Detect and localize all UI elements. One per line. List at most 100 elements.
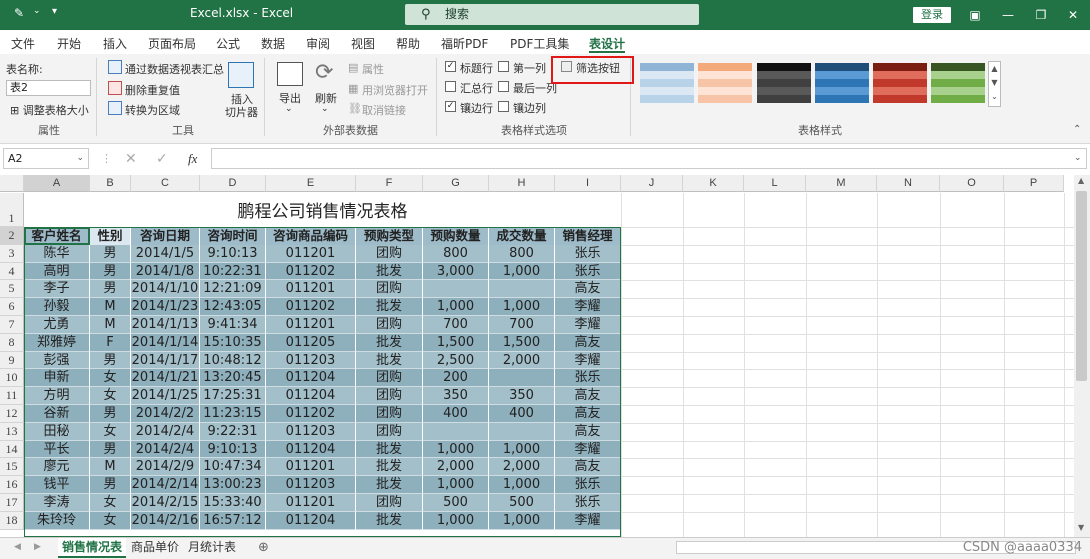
sheet-tab-sales[interactable]: 销售情况表 bbox=[58, 538, 126, 558]
column-header-e[interactable]: E bbox=[266, 175, 356, 192]
table-style-orange[interactable] bbox=[698, 63, 752, 103]
row-header[interactable]: 12 bbox=[0, 405, 24, 423]
convert-to-range-button[interactable]: 转换为区域 bbox=[125, 102, 180, 118]
banded-columns-checkbox[interactable] bbox=[498, 101, 509, 112]
unlink-button[interactable]: 取消链接 bbox=[362, 102, 406, 118]
row-header[interactable]: 7 bbox=[0, 316, 24, 334]
remove-duplicates-button[interactable]: 删除重复值 bbox=[125, 82, 180, 98]
column-header-k[interactable]: K bbox=[683, 175, 744, 192]
column-header-j[interactable]: J bbox=[621, 175, 683, 192]
sheet-tab-prices[interactable]: 商品单价 bbox=[128, 538, 182, 558]
insert-function-icon[interactable]: fx bbox=[188, 151, 197, 167]
ribbon-display-icon[interactable]: ▣ bbox=[965, 5, 985, 25]
add-sheet-icon[interactable]: ⊕ bbox=[258, 540, 269, 555]
formula-input[interactable] bbox=[211, 148, 1087, 169]
sheet-tab-monthly[interactable]: 月统计表 bbox=[184, 538, 240, 558]
cancel-icon[interactable]: ✕ bbox=[125, 151, 137, 167]
column-header-a[interactable]: A bbox=[24, 175, 90, 192]
tab-insert[interactable]: 插入 bbox=[103, 35, 127, 52]
tab-file[interactable]: 文件 bbox=[11, 35, 35, 52]
restore-icon[interactable]: ❐ bbox=[1031, 5, 1051, 25]
next-sheet-icon[interactable]: ▶ bbox=[34, 542, 41, 552]
tab-review[interactable]: 审阅 bbox=[306, 35, 330, 52]
summarize-pivot-button[interactable]: 通过数据透视表汇总 bbox=[125, 61, 224, 77]
column-header-d[interactable]: D bbox=[200, 175, 266, 192]
table-style-dark[interactable] bbox=[757, 63, 811, 103]
banded-rows-checkbox[interactable]: ✓ bbox=[445, 101, 456, 112]
row-header[interactable]: 9 bbox=[0, 351, 24, 370]
resize-table-button[interactable]: ⊞ 调整表格大小 bbox=[10, 102, 89, 118]
tab-data[interactable]: 数据 bbox=[261, 35, 285, 52]
column-header-l[interactable]: L bbox=[744, 175, 806, 192]
enter-icon[interactable]: ✓ bbox=[156, 151, 168, 167]
tab-home[interactable]: 开始 bbox=[57, 35, 81, 52]
scroll-down-icon[interactable]: ▼ bbox=[1078, 523, 1084, 532]
login-button[interactable]: 登录 bbox=[913, 7, 951, 23]
row-header[interactable]: 16 bbox=[0, 476, 24, 494]
properties-button[interactable]: 属性 bbox=[362, 61, 384, 77]
first-column-checkbox[interactable] bbox=[498, 61, 509, 72]
collapse-ribbon-icon[interactable]: ⌃ bbox=[1073, 124, 1081, 135]
table-style-blue[interactable] bbox=[815, 63, 869, 103]
close-icon[interactable]: ✕ bbox=[1063, 5, 1083, 25]
autosave-icon[interactable]: ✎ bbox=[14, 6, 24, 20]
insert-slicer-label-2[interactable]: 切片器 bbox=[225, 104, 258, 120]
row-header[interactable]: 5 bbox=[0, 280, 24, 299]
refresh-icon: ⟳ bbox=[315, 60, 334, 85]
column-header-n[interactable]: N bbox=[877, 175, 940, 192]
minimize-icon[interactable]: — bbox=[998, 5, 1018, 25]
column-header-h[interactable]: H bbox=[489, 175, 555, 192]
row-header[interactable]: 6 bbox=[0, 298, 24, 316]
vertical-scrollbar[interactable]: ▲ ▼ bbox=[1074, 175, 1090, 537]
customize-toolbar-icon[interactable]: ▾ bbox=[52, 6, 57, 17]
row-header[interactable]: 1 bbox=[0, 193, 24, 227]
row-header[interactable]: 11 bbox=[0, 387, 24, 405]
refresh-chevron-icon[interactable]: ⌄ bbox=[321, 104, 329, 114]
column-header-m[interactable]: M bbox=[806, 175, 877, 192]
column-header-p[interactable]: P bbox=[1004, 175, 1064, 192]
tab-table-design[interactable]: 表设计 bbox=[589, 35, 625, 52]
tab-view[interactable]: 视图 bbox=[351, 35, 375, 52]
column-header-f[interactable]: F bbox=[356, 175, 423, 192]
worksheet-grid[interactable]: A B C D E F G H I J K L M N O P 1 2 3 4 5 6 7 8 9 10 11 12 13 14 15 16 1… bbox=[0, 175, 1074, 537]
table-style-light[interactable] bbox=[640, 63, 694, 103]
tab-formulas[interactable]: 公式 bbox=[216, 35, 240, 52]
open-in-browser-button[interactable]: 用浏览器打开 bbox=[362, 82, 428, 98]
column-header-o[interactable]: O bbox=[940, 175, 1004, 192]
tab-pdf-tools[interactable]: PDF工具集 bbox=[510, 35, 569, 52]
name-box[interactable]: A2 ⌄ bbox=[3, 148, 89, 169]
export-chevron-icon[interactable]: ⌄ bbox=[285, 104, 293, 114]
row-header[interactable]: 8 bbox=[0, 333, 24, 352]
row-header[interactable]: 18 bbox=[0, 511, 24, 530]
row-header[interactable]: 10 bbox=[0, 369, 24, 388]
header-row-checkbox[interactable]: ✓ bbox=[445, 61, 456, 72]
tab-foxit-pdf[interactable]: 福昕PDF bbox=[441, 35, 488, 52]
table-style-green[interactable] bbox=[931, 63, 985, 103]
scroll-up-icon[interactable]: ▲ bbox=[1078, 176, 1084, 185]
last-column-checkbox[interactable] bbox=[498, 81, 509, 92]
column-header-c[interactable]: C bbox=[131, 175, 200, 192]
table-style-red[interactable] bbox=[873, 63, 927, 103]
total-row-checkbox[interactable] bbox=[445, 81, 456, 92]
search-box[interactable]: ⚲ 搜索 bbox=[405, 4, 699, 25]
scrollbar-thumb[interactable] bbox=[1076, 191, 1087, 381]
column-header-g[interactable]: G bbox=[423, 175, 489, 192]
row-header[interactable]: 13 bbox=[0, 422, 24, 441]
row-header[interactable]: 2 bbox=[0, 227, 24, 245]
row-header[interactable]: 3 bbox=[0, 244, 24, 263]
row-header[interactable]: 17 bbox=[0, 494, 24, 512]
name-box-chevron-icon[interactable]: ⌄ bbox=[76, 149, 84, 168]
select-all-corner[interactable] bbox=[0, 175, 24, 192]
tab-help[interactable]: 帮助 bbox=[396, 35, 420, 52]
table-name-input[interactable]: 表2 bbox=[6, 80, 91, 96]
row-header[interactable]: 15 bbox=[0, 458, 24, 477]
prev-sheet-icon[interactable]: ◀ bbox=[14, 542, 21, 552]
column-header-b[interactable]: B bbox=[90, 175, 131, 192]
row-header[interactable]: 14 bbox=[0, 440, 24, 459]
row-header[interactable]: 4 bbox=[0, 262, 24, 281]
column-header-i[interactable]: I bbox=[555, 175, 621, 192]
style-gallery-scroll[interactable]: ▲ ▼ ⌄ bbox=[988, 61, 1001, 107]
tab-page-layout[interactable]: 页面布局 bbox=[148, 35, 196, 52]
expand-formula-icon[interactable]: ⌄ bbox=[1074, 153, 1082, 163]
chevron-down-icon[interactable]: ⌄ bbox=[33, 6, 41, 16]
